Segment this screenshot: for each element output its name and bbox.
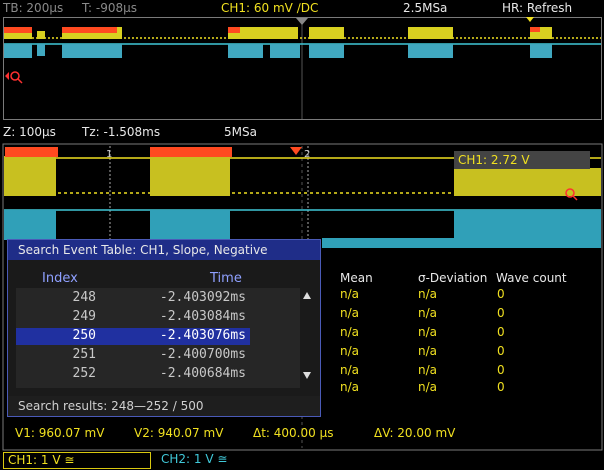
sigma-value: n/a [418, 325, 438, 339]
zoom-label[interactable]: Z: 100µs [3, 125, 56, 139]
wave-count-value: 0 [497, 344, 505, 358]
zoom-rate-label: 5MSa [224, 125, 257, 139]
sigma-column-header: σ-Deviation [418, 271, 488, 285]
scroll-down-icon[interactable] [303, 372, 311, 379]
cursor-dv-readout: ΔV: 20.00 mV [374, 426, 456, 440]
column-time-header: Time [210, 271, 242, 286]
table-row-selected[interactable]: 250 -2.403076ms [16, 328, 250, 345]
table-row[interactable]: 251 -2.400700ms [16, 347, 250, 364]
ch2-channel-badge[interactable]: CH2: 1 V ≅ [157, 452, 305, 469]
mean-value: n/a [340, 325, 360, 339]
search-table-title[interactable]: Search Event Table: CH1, Slope, Negative [8, 240, 320, 260]
wave-count-value: 0 [497, 287, 505, 301]
wave-count-value: 0 [497, 363, 505, 377]
wave-count-value: 0 [497, 380, 505, 394]
search-results-label: Search results: 248—252 / 500 [8, 396, 320, 416]
sigma-value: n/a [418, 363, 438, 377]
cursor-v1-readout: V1: 960.07 mV [15, 426, 105, 440]
sigma-value: n/a [418, 380, 438, 394]
overview-search-icon [5, 71, 23, 84]
mean-value: n/a [340, 380, 360, 394]
cursor-2-mark: 2 [304, 149, 310, 160]
column-index-header: Index [42, 271, 78, 286]
mean-value: n/a [340, 344, 360, 358]
mean-value: n/a [340, 363, 360, 377]
table-row[interactable]: 249 -2.403084ms [16, 309, 250, 326]
cursor-dt-readout: Δt: 400.00 µs [253, 426, 334, 440]
overview-ch2-bursts [4, 44, 552, 58]
sigma-value: n/a [418, 287, 438, 301]
ch1-channel-badge[interactable]: CH1: 1 V ≅ [3, 452, 151, 469]
search-event-table[interactable]: Search Event Table: CH1, Slope, Negative… [7, 239, 321, 417]
ch1-level-readout: CH1: 2.72 V [454, 151, 590, 169]
table-scrollbar[interactable] [302, 290, 314, 384]
table-row[interactable]: 252 -2.400684ms [16, 366, 250, 383]
table-row[interactable]: 248 -2.403092ms [16, 290, 250, 307]
mean-value: n/a [340, 306, 360, 320]
zoom-event-markers [5, 147, 302, 157]
wave-count-value: 0 [497, 325, 505, 339]
zoom-time-label[interactable]: Tz: -1.508ms [82, 125, 160, 139]
cursor-v2-readout: V2: 940.07 mV [134, 426, 224, 440]
sigma-value: n/a [418, 344, 438, 358]
mean-value: n/a [340, 287, 360, 301]
wave-count-value: 0 [497, 306, 505, 320]
mean-column-header: Mean [340, 271, 373, 285]
cursor-1-mark: 1 [106, 149, 112, 160]
sigma-value: n/a [418, 306, 438, 320]
wave-count-column-header: Wave count [496, 271, 567, 285]
scroll-up-icon[interactable] [303, 292, 311, 299]
